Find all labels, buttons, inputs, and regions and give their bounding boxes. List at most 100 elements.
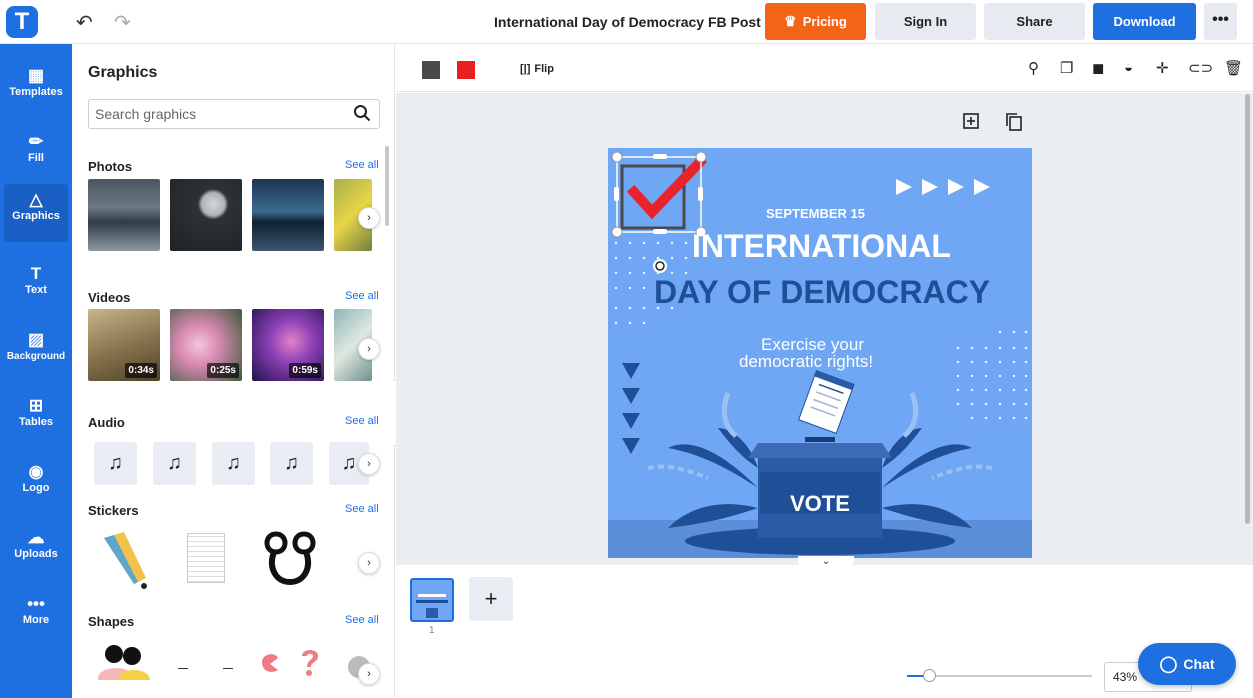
videos-see-all-link[interactable]: See all <box>345 290 379 302</box>
video-thumbnail[interactable]: 0:34s <box>88 309 160 381</box>
thumb-text-line <box>418 594 446 597</box>
design-tagline-line2[interactable]: democratic rights! <box>739 352 873 372</box>
flip-button[interactable]: [|] Flip <box>520 63 554 75</box>
table-icon: ⊞ <box>28 396 44 415</box>
stickers-next-arrow-icon[interactable]: › <box>358 552 380 574</box>
rail-item-more[interactable]: ••• More <box>0 588 72 648</box>
add-page-button[interactable]: + <box>469 577 513 621</box>
delete-icon[interactable]: 🗑 <box>1224 59 1243 77</box>
shapes-see-all-link[interactable]: See all <box>345 614 379 626</box>
photos-heading: Photos <box>88 159 133 174</box>
upload-cloud-icon: ☁ <box>27 528 45 547</box>
search-input[interactable] <box>95 100 345 128</box>
video-thumbnail[interactable]: 0:25s <box>170 309 242 381</box>
music-note-icon[interactable]: ♫ <box>153 442 196 485</box>
align-icon[interactable]: ✛ <box>1156 59 1169 77</box>
rail-item-graphics[interactable]: △ Graphics <box>4 184 68 242</box>
videos-next-arrow-icon[interactable]: › <box>358 338 380 360</box>
undo-icon[interactable]: ↶ <box>76 10 93 35</box>
copy-icon[interactable]: ❐ <box>1060 59 1073 77</box>
photo-thumbnail[interactable] <box>170 179 242 251</box>
top-bar: T ↶ ↷ International Day of Democracy FB … <box>0 0 1253 44</box>
sticker-grid-paper[interactable] <box>187 533 225 583</box>
rotate-handle-icon[interactable] <box>653 259 667 273</box>
shape-pink-question[interactable] <box>298 648 322 678</box>
logo-icon: ◉ <box>28 462 44 481</box>
rail-item-logo[interactable]: ◉ Logo <box>0 456 72 516</box>
canvas-scrollbar[interactable] <box>1245 94 1250 524</box>
shapes-next-arrow-icon[interactable]: › <box>358 663 380 685</box>
rail-item-uploads[interactable]: ☁ Uploads <box>0 522 72 582</box>
left-rail: ▦ Templates ✏ Fill △ Graphics T Text ▨ Backgr… <box>0 44 72 698</box>
design-title-line2[interactable]: DAY OF DEMOCRACY <box>654 274 990 311</box>
music-note-icon[interactable]: ♫ <box>94 442 137 485</box>
opacity-icon[interactable]: ◒ <box>1124 59 1133 76</box>
pricing-button[interactable]: ♛ Pricing <box>765 3 866 40</box>
rail-label: Uploads <box>14 548 58 560</box>
redo-icon[interactable]: ↷ <box>114 10 131 35</box>
photo-thumbnail[interactable] <box>88 179 160 251</box>
paint-format-icon[interactable]: ⚲ <box>1028 59 1039 77</box>
color-swatch[interactable] <box>422 61 440 79</box>
app-logo[interactable]: T <box>6 6 38 38</box>
rail-label: Logo <box>22 482 50 494</box>
design-canvas[interactable]: SEPTEMBER 15 INTERNATIONAL DAY OF DEMOCR… <box>608 148 1032 558</box>
layer-icon[interactable]: ◼ <box>1092 59 1104 77</box>
thumb-text-line <box>416 600 448 603</box>
more-options-button[interactable]: ••• <box>1204 3 1237 40</box>
share-button[interactable]: Share <box>984 3 1085 40</box>
videos-heading: Videos <box>88 290 131 305</box>
document-title[interactable]: International Day of Democracy FB Post <box>494 14 761 30</box>
shape-line[interactable] <box>223 668 233 669</box>
more-icon: ••• <box>27 594 45 613</box>
download-button[interactable]: Download <box>1093 3 1196 40</box>
zoom-slider[interactable] <box>907 669 1092 682</box>
duplicate-page-icon[interactable] <box>1006 113 1022 131</box>
rail-item-background[interactable]: ▨ Background <box>0 324 72 384</box>
search-icon[interactable] <box>353 104 371 122</box>
sign-in-button[interactable]: Sign In <box>875 3 976 40</box>
shape-person-illustration[interactable] <box>94 640 154 680</box>
templates-icon: ▦ <box>27 66 45 85</box>
sticker-loops[interactable] <box>262 528 318 588</box>
rail-item-text[interactable]: T Text <box>0 258 72 318</box>
video-duration: 0:25s <box>207 363 239 378</box>
sticker-exclamation[interactable] <box>94 528 154 590</box>
rail-label: Fill <box>28 152 44 164</box>
pricing-label: Pricing <box>802 14 847 29</box>
video-thumbnail[interactable]: 0:59s <box>252 309 324 381</box>
audio-next-arrow-icon[interactable]: › <box>358 453 380 475</box>
shape-pink-blob[interactable] <box>258 650 282 674</box>
design-date[interactable]: SEPTEMBER 15 <box>766 206 865 221</box>
add-page-icon[interactable] <box>963 113 979 129</box>
design-vote-label[interactable]: VOTE <box>790 491 850 517</box>
page-tools <box>963 113 1022 131</box>
photos-next-arrow-icon[interactable]: › <box>358 207 380 229</box>
video-duration: 0:34s <box>125 363 157 378</box>
thumb-ballot-box <box>426 608 438 618</box>
rail-item-templates[interactable]: ▦ Templates <box>0 60 72 120</box>
link-icon[interactable]: ⊂⊃ <box>1188 59 1213 77</box>
music-note-icon[interactable]: ♫ <box>270 442 313 485</box>
crown-icon: ♛ <box>784 13 797 29</box>
rail-item-fill[interactable]: ✏ Fill <box>0 126 72 186</box>
panel-scrollbar[interactable] <box>385 146 389 226</box>
chat-button[interactable]: ◯ Chat <box>1138 643 1236 685</box>
shape-line[interactable] <box>178 668 188 669</box>
checkmark-graphic[interactable] <box>620 154 708 230</box>
photo-thumbnail[interactable] <box>252 179 324 251</box>
rail-item-tables[interactable]: ⊞ Tables <box>0 390 72 450</box>
music-note-icon[interactable]: ♫ <box>212 442 255 485</box>
stickers-see-all-link[interactable]: See all <box>345 503 379 515</box>
video-duration: 0:59s <box>289 363 321 378</box>
stickers-heading: Stickers <box>88 503 139 518</box>
page-thumbnail[interactable] <box>410 578 454 622</box>
search-box[interactable] <box>88 99 380 129</box>
design-title-line1[interactable]: INTERNATIONAL <box>692 228 951 265</box>
color-swatch[interactable] <box>457 61 475 79</box>
photos-see-all-link[interactable]: See all <box>345 159 379 171</box>
chat-bubble-icon: ◯ <box>1159 656 1178 673</box>
audio-see-all-link[interactable]: See all <box>345 415 379 427</box>
dot-pattern-right <box>956 330 1028 420</box>
text-icon: T <box>30 264 42 283</box>
